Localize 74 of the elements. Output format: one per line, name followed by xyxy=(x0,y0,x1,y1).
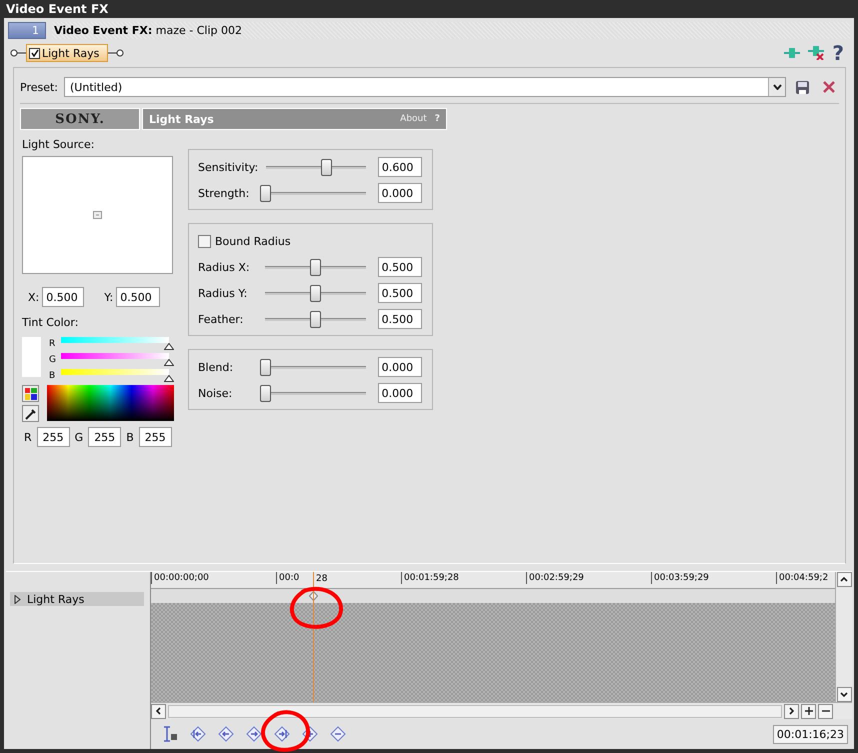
checkmark-icon xyxy=(30,49,38,57)
channel-label: R xyxy=(24,430,32,444)
position-handle-icon[interactable] xyxy=(93,211,102,219)
palette-icon[interactable] xyxy=(22,385,39,402)
value-field[interactable]: 0.500 xyxy=(378,257,422,277)
channel-label: G xyxy=(49,354,55,364)
value-field[interactable]: 0.000 xyxy=(378,383,422,403)
scroll-up-button[interactable] xyxy=(836,572,852,587)
header-title: Video Event FX: maze - Clip 002 xyxy=(54,24,242,37)
parameter-label: Sensitivity: xyxy=(198,160,258,174)
zoom-in-button[interactable] xyxy=(801,704,816,718)
parameter-label: Radius Y: xyxy=(198,286,248,300)
slider-thumb[interactable] xyxy=(310,284,322,302)
chain-start-icon xyxy=(10,48,26,58)
zoom-out-button[interactable] xyxy=(818,704,833,718)
help-button[interactable]: ? xyxy=(828,43,848,63)
slider-thumb[interactable] xyxy=(320,158,332,176)
parameter-label: Blend: xyxy=(198,360,234,374)
channel-marker-icon[interactable] xyxy=(164,358,174,366)
parameter-label: Radius X: xyxy=(198,260,251,274)
preset-dropdown[interactable]: (Untitled) xyxy=(64,77,786,97)
scroll-right-button[interactable] xyxy=(784,704,799,718)
plugin-chain-button[interactable]: Light Rays xyxy=(26,44,108,62)
value-field[interactable]: 0.500 xyxy=(378,283,422,303)
slider-thumb[interactable] xyxy=(260,384,272,402)
value-field[interactable]: 0.600 xyxy=(378,157,422,177)
channel-field[interactable]: 255 xyxy=(88,427,122,447)
value-field[interactable]: 0.000 xyxy=(378,183,422,203)
preset-label: Preset: xyxy=(20,80,58,94)
chain-end-icon xyxy=(108,48,124,58)
bound-radius-checkbox[interactable]: Bound Radius xyxy=(198,231,422,251)
slider-thumb[interactable] xyxy=(310,258,322,276)
window-title: Video Event FX xyxy=(5,1,110,18)
channel-label: G xyxy=(74,430,84,444)
ruler-time: 00:01:59;28 xyxy=(401,572,526,584)
light-source-canvas[interactable] xyxy=(22,156,173,274)
slider-thumb[interactable] xyxy=(260,358,272,376)
scroll-down-button[interactable] xyxy=(836,687,852,702)
channel-label: B xyxy=(126,430,134,444)
parameter-label: Noise: xyxy=(198,386,234,400)
horizontal-scrollbar[interactable] xyxy=(168,704,782,718)
channel-marker-icon[interactable] xyxy=(164,342,174,350)
eyedropper-icon[interactable] xyxy=(22,405,39,422)
color-spectrum[interactable] xyxy=(47,385,174,421)
color-preview xyxy=(22,337,41,377)
y-label: Y: xyxy=(104,290,114,304)
y-field[interactable]: 0.500 xyxy=(116,287,160,307)
plugin-title: Light Rays xyxy=(149,112,214,126)
parameter-label: Feather: xyxy=(198,312,244,326)
channel-label: B xyxy=(49,370,55,380)
channel-field[interactable]: 255 xyxy=(36,427,70,447)
brand-logo: SONY. xyxy=(20,108,140,130)
plus-icon xyxy=(804,707,812,715)
ruler-time: 00:03:59;29 xyxy=(651,572,776,584)
x-field[interactable]: 0.500 xyxy=(42,287,84,307)
time-display: 00:01:16;23 xyxy=(772,724,848,744)
scroll-left-button[interactable] xyxy=(151,704,166,718)
slider-thumb[interactable] xyxy=(310,310,322,328)
tint-color-label: Tint Color: xyxy=(22,316,80,329)
ruler-time: 00:02:59;29 xyxy=(526,572,651,584)
light-source-label: Light Source: xyxy=(22,138,96,151)
parameter-label: Strength: xyxy=(198,186,250,200)
help-mark: ? xyxy=(434,114,440,124)
minus-icon xyxy=(822,710,830,712)
expand-arrow-icon[interactable] xyxy=(14,594,21,604)
track-row[interactable]: Light Rays xyxy=(10,592,144,606)
ruler-time: 00:00:00;00 xyxy=(151,572,276,584)
channel-marker-icon[interactable] xyxy=(164,374,174,382)
slider-thumb[interactable] xyxy=(260,184,272,202)
x-label: X: xyxy=(28,290,40,304)
value-field[interactable]: 0.500 xyxy=(378,309,422,329)
channel-field[interactable]: 255 xyxy=(138,427,172,447)
value-field[interactable]: 0.000 xyxy=(378,357,422,377)
channel-label: R xyxy=(49,338,55,348)
